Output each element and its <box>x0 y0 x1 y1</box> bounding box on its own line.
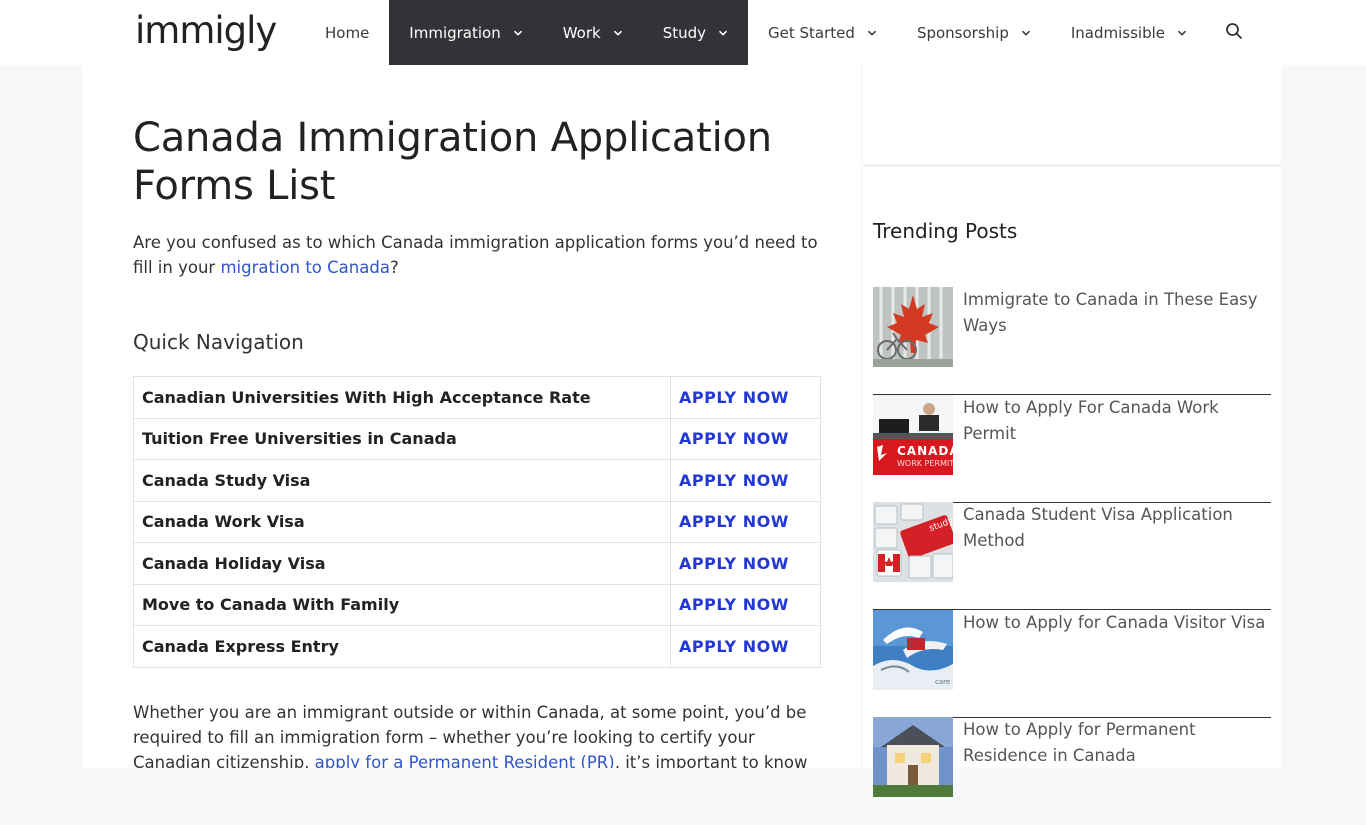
table-cell-label: Move to Canada With Family <box>133 583 671 626</box>
nav-get-started[interactable]: Get Started <box>748 0 897 65</box>
intro-text-end: ? <box>389 258 399 277</box>
apply-now-link[interactable]: APPLY NOW <box>670 417 821 460</box>
apply-now-link[interactable]: APPLY NOW <box>670 583 821 626</box>
trending-posts-heading: Trending Posts <box>873 219 1018 243</box>
maple-leaf-image[interactable] <box>873 287 953 367</box>
table-cell-label: Canada Work Visa <box>133 500 671 543</box>
table-cell-label: Canada Study Visa <box>133 459 671 502</box>
table-row: Canada Study Visa APPLY NOW <box>133 459 821 502</box>
chevron-down-icon <box>513 28 523 38</box>
list-item[interactable]: CANADA WORK PERMIT How to Apply For Cana… <box>873 395 1271 503</box>
migration-link[interactable]: migration to Canada <box>220 258 389 277</box>
search-icon <box>1225 22 1243 44</box>
apply-now-link[interactable]: APPLY NOW <box>670 625 821 668</box>
post-title[interactable]: How to Apply for Canada Visitor Visa <box>963 610 1273 636</box>
house-image[interactable] <box>873 717 953 797</box>
nav-work-label: Work <box>562 23 601 42</box>
post-title[interactable]: Canada Student Visa Application Method <box>963 502 1273 554</box>
table-cell-label: Canada Express Entry <box>133 625 671 668</box>
chevron-down-icon <box>718 28 728 38</box>
nav-study-label: Study <box>662 23 707 42</box>
list-item[interactable]: Immigrate to Canada in These Easy Ways <box>873 287 1271 395</box>
nav-inadmissible[interactable]: Inadmissible <box>1051 0 1207 65</box>
article-content: Canada Immigration Application Forms Lis… <box>83 65 861 768</box>
list-item[interactable]: study Canada Student Visa Application Me… <box>873 502 1271 610</box>
nav-work[interactable]: Work <box>542 0 643 65</box>
body-paragraph: Whether you are an immigrant outside or … <box>133 700 823 768</box>
intro-paragraph: Are you confused as to which Canada immi… <box>133 230 823 280</box>
nav-inadmissible-label: Inadmissible <box>1070 23 1165 42</box>
student-visa-image[interactable]: study <box>873 502 953 582</box>
chevron-down-icon <box>613 28 623 38</box>
list-item[interactable]: How to Apply for Permanent Residence in … <box>873 717 1271 825</box>
nav-immigration-label: Immigration <box>409 23 501 42</box>
apply-now-link[interactable]: APPLY NOW <box>670 542 821 585</box>
sidebar-trending: Trending Posts Immigrate to Canada in Th… <box>863 167 1281 797</box>
quick-navigation-heading: Quick Navigation <box>133 330 304 354</box>
apply-now-link[interactable]: APPLY NOW <box>670 459 821 502</box>
apply-now-link[interactable]: APPLY NOW <box>670 376 821 419</box>
nav-home[interactable]: Home <box>305 0 389 65</box>
chevron-down-icon <box>1021 28 1031 38</box>
table-row: Canada Work Visa APPLY NOW <box>133 500 821 543</box>
visitor-visa-image[interactable]: care <box>873 610 953 690</box>
table-row: Canada Express Entry APPLY NOW <box>133 625 821 668</box>
list-item[interactable]: care How to Apply for Canada Visitor Vis… <box>873 610 1271 718</box>
chevron-down-icon <box>1177 28 1187 38</box>
nav-study[interactable]: Study <box>642 0 749 65</box>
thumb-caption: care <box>935 678 951 686</box>
site-header: immigly Home Immigration Work Study Get … <box>0 0 1366 65</box>
permanent-resident-link[interactable]: apply for a Permanent Resident (PR) <box>315 753 615 768</box>
post-title[interactable]: Immigrate to Canada in These Easy Ways <box>963 287 1273 339</box>
chevron-down-icon <box>867 28 877 38</box>
table-cell-label: Canadian Universities With High Acceptan… <box>133 376 671 419</box>
table-cell-label: Canada Holiday Visa <box>133 542 671 585</box>
table-row: Canada Holiday Visa APPLY NOW <box>133 542 821 585</box>
table-row: Tuition Free Universities in Canada APPL… <box>133 417 821 460</box>
nav-immigration[interactable]: Immigration <box>389 0 543 65</box>
work-permit-image[interactable]: CANADA WORK PERMIT <box>873 395 953 475</box>
page-title: Canada Immigration Application Forms Lis… <box>133 115 772 209</box>
thumb-caption-sub: WORK PERMIT <box>897 459 953 468</box>
nav-home-label: Home <box>325 23 370 42</box>
nav-sponsorship-label: Sponsorship <box>916 23 1009 42</box>
post-title[interactable]: How to Apply for Permanent Residence in … <box>963 717 1273 769</box>
table-row: Canadian Universities With High Acceptan… <box>133 376 821 419</box>
nav-sponsorship[interactable]: Sponsorship <box>897 0 1051 65</box>
search-button[interactable] <box>1207 0 1263 65</box>
main-nav: Home Immigration Work Study Get Started … <box>305 0 1263 65</box>
sidebar-ad-slot <box>863 65 1281 166</box>
quick-navigation-table: Canadian Universities With High Acceptan… <box>133 376 821 668</box>
post-title[interactable]: How to Apply For Canada Work Permit <box>963 395 1273 447</box>
table-cell-label: Tuition Free Universities in Canada <box>133 417 671 460</box>
site-logo[interactable]: immigly <box>135 6 277 56</box>
table-row: Move to Canada With Family APPLY NOW <box>133 583 821 626</box>
nav-get-started-label: Get Started <box>768 23 855 42</box>
apply-now-link[interactable]: APPLY NOW <box>670 500 821 543</box>
thumb-caption: CANADA <box>897 444 953 458</box>
